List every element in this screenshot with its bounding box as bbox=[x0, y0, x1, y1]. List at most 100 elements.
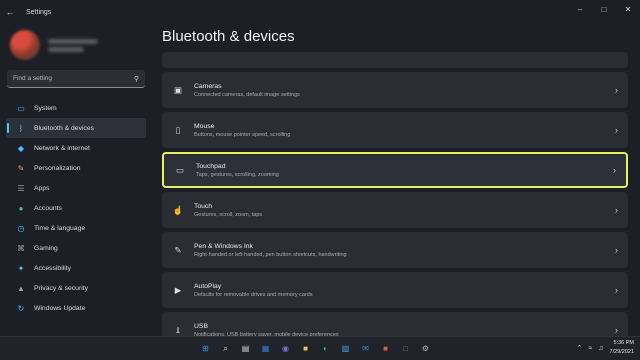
shield-icon: ▲ bbox=[17, 283, 25, 293]
title-bar: ← Settings – □ ✕ bbox=[0, 0, 640, 24]
sidebar-item-label: Time & language bbox=[34, 224, 86, 232]
sidebar-item-label: Gaming bbox=[34, 244, 58, 252]
card-title: USB bbox=[194, 322, 208, 330]
sidebar-item-windows-update[interactable]: ↻ Windows Update bbox=[6, 298, 146, 318]
pen-icon: ✎ bbox=[174, 244, 182, 255]
settings-icon[interactable]: ⚙ bbox=[418, 341, 433, 356]
update-icon: ↻ bbox=[17, 303, 25, 313]
sidebar-item-privacy-security[interactable]: ▲ Privacy & security bbox=[6, 278, 146, 298]
user-profile[interactable] bbox=[10, 30, 98, 60]
card-title: Touch bbox=[194, 202, 213, 210]
system-tray: ⌃ ≈ ♫ 5:36 PM 7/29/2021 bbox=[577, 339, 634, 357]
card-title: Touchpad bbox=[196, 162, 226, 170]
sidebar-item-system[interactable]: ▭ System bbox=[6, 98, 146, 118]
profile-blurred-info bbox=[48, 36, 98, 55]
sidebar-item-personalization[interactable]: ✎ Personalization bbox=[6, 158, 146, 178]
camera-icon: ▣ bbox=[173, 84, 183, 95]
card-above-scrolled bbox=[162, 52, 628, 68]
volume-icon[interactable]: ♫ bbox=[598, 345, 603, 352]
card-title: Pen & Windows Ink bbox=[194, 242, 253, 250]
accessibility-icon: ✦ bbox=[17, 263, 25, 273]
teams-chat-icon[interactable]: ◉ bbox=[278, 341, 293, 356]
bluetooth-icon: ᛒ bbox=[18, 123, 24, 133]
unknown-app-icon[interactable]: □ bbox=[398, 341, 413, 356]
task-view-icon[interactable]: ▤ bbox=[238, 341, 253, 356]
sidebar-item-label: Personalization bbox=[34, 164, 81, 172]
card-title: AutoPlay bbox=[194, 282, 222, 290]
chevron-right-icon: › bbox=[615, 205, 618, 215]
sidebar-item-time-language[interactable]: ◷ Time & language bbox=[6, 218, 146, 238]
card-text: Touch Gestures, scroll, zoom, taps bbox=[194, 203, 262, 218]
settings-card-touch[interactable]: ☝ Touch Gestures, scroll, zoom, taps › bbox=[162, 192, 628, 228]
file-explorer-icon[interactable]: ■ bbox=[298, 341, 313, 356]
paintbrush-icon: ✎ bbox=[17, 163, 25, 173]
gamepad-icon: ⌘ bbox=[17, 243, 25, 253]
card-title: Mouse bbox=[194, 122, 215, 130]
sidebar-item-label: System bbox=[34, 104, 57, 112]
chevron-right-icon: › bbox=[615, 245, 618, 255]
card-description: Taps, gestures, scrolling, zooming bbox=[196, 171, 279, 178]
monitor-icon: ▭ bbox=[17, 103, 25, 113]
search-icon[interactable]: ⌕ bbox=[218, 341, 233, 356]
mouse-icon: ▯ bbox=[175, 124, 181, 135]
search-icon: ⚲ bbox=[133, 75, 139, 83]
usb-icon: ⫫ bbox=[175, 324, 181, 335]
mail-icon[interactable]: ✉ bbox=[358, 341, 373, 356]
chevron-up-icon[interactable]: ⌃ bbox=[577, 344, 583, 352]
store-icon[interactable]: ▨ bbox=[338, 341, 353, 356]
card-description: Right-handed or left-handed, pen button … bbox=[194, 251, 347, 258]
card-description: Connected cameras, default image setting… bbox=[194, 91, 300, 98]
settings-card-cameras[interactable]: ▣ Cameras Connected cameras, default image… bbox=[162, 72, 628, 108]
taskbar: ⊞ ⌕ ▤ ▦ ◉ ■ ◐ ▨ ✉ ■ □ ⚙ ⌃ ≈ ♫ 5:36 PM 7/29/2021 bbox=[0, 336, 640, 360]
sidebar-item-bluetooth-devices[interactable]: ᛒ Bluetooth & devices bbox=[6, 118, 146, 138]
back-arrow-icon[interactable]: ← bbox=[0, 0, 20, 24]
sidebar-item-label: Network & internet bbox=[34, 144, 90, 152]
card-text: AutoPlay Defaults for removable drives an… bbox=[194, 283, 313, 298]
card-description: Gestures, scroll, zoom, taps bbox=[194, 211, 263, 218]
page-title: Bluetooth & devices bbox=[162, 28, 295, 45]
autoplay-icon: ▶ bbox=[174, 284, 182, 295]
sidebar-item-accessibility[interactable]: ✦ Accessibility bbox=[6, 258, 146, 278]
settings-list: ▣ Cameras Connected cameras, default image… bbox=[162, 52, 628, 352]
sidebar-item-label: Privacy & security bbox=[34, 284, 89, 292]
sidebar-item-accounts[interactable]: ● Accounts bbox=[6, 198, 146, 218]
sidebar-item-network-internet[interactable]: ◆ Network & internet bbox=[6, 138, 146, 158]
sidebar-item-label: Bluetooth & devices bbox=[34, 124, 95, 132]
clock-date: 7/29/2021 bbox=[609, 349, 634, 355]
wifi-tray-icon[interactable]: ≈ bbox=[588, 345, 592, 352]
chevron-right-icon: › bbox=[615, 125, 618, 135]
card-text: Touchpad Taps, gestures, scrolling, zoomi… bbox=[196, 163, 279, 178]
sidebar-item-gaming[interactable]: ⌘ Gaming bbox=[6, 238, 146, 258]
settings-card-mouse[interactable]: ▯ Mouse Buttons, mouse pointer speed, scro… bbox=[162, 112, 628, 148]
close-icon[interactable]: ✕ bbox=[616, 0, 640, 18]
settings-card-touchpad[interactable]: ▭ Touchpad Taps, gestures, scrolling, zoom… bbox=[162, 152, 628, 188]
edge-icon[interactable]: ◐ bbox=[318, 341, 333, 356]
sidebar-item-label: Accounts bbox=[34, 204, 62, 212]
maximize-icon[interactable]: □ bbox=[592, 0, 616, 18]
search-input[interactable]: Find a setting ⚲ bbox=[7, 70, 145, 88]
minimize-icon[interactable]: – bbox=[568, 0, 592, 18]
chevron-right-icon: › bbox=[615, 285, 618, 295]
person-icon: ● bbox=[18, 203, 24, 213]
touch-icon: ☝ bbox=[172, 204, 184, 215]
clock[interactable]: 5:36 PM 7/29/2021 bbox=[610, 339, 634, 357]
settings-card-pen-windows-ink[interactable]: ✎ Pen & Windows Ink Right-handed or left-h… bbox=[162, 232, 628, 268]
globe-clock-icon: ◷ bbox=[17, 223, 25, 233]
office-icon[interactable]: ■ bbox=[378, 341, 393, 356]
settings-card-autoplay[interactable]: ▶ AutoPlay Defaults for removable drives a… bbox=[162, 272, 628, 308]
window-title: Settings bbox=[26, 8, 52, 16]
card-description: Defaults for removable drives and memory… bbox=[194, 291, 313, 298]
sidebar-item-label: Apps bbox=[34, 184, 50, 192]
sidebar-item-apps[interactable]: ☰ Apps bbox=[6, 178, 146, 198]
card-text: Cameras Connected cameras, default image … bbox=[194, 83, 300, 98]
touchpad-icon: ▭ bbox=[175, 164, 185, 175]
sidebar-item-label: Windows Update bbox=[34, 304, 86, 312]
widgets-icon[interactable]: ▦ bbox=[258, 341, 273, 356]
wifi-icon: ◆ bbox=[17, 143, 25, 153]
start-icon[interactable]: ⊞ bbox=[198, 341, 213, 356]
card-text: Pen & Windows Ink Right-handed or left-ha… bbox=[194, 243, 347, 258]
card-description: Buttons, mouse pointer speed, scrolling bbox=[194, 131, 291, 138]
sidebar-nav: ▭ System ᛒ Bluetooth & devices ◆ Network & in… bbox=[6, 98, 146, 318]
avatar bbox=[10, 30, 40, 60]
clock-time: 5:36 PM bbox=[613, 340, 634, 346]
